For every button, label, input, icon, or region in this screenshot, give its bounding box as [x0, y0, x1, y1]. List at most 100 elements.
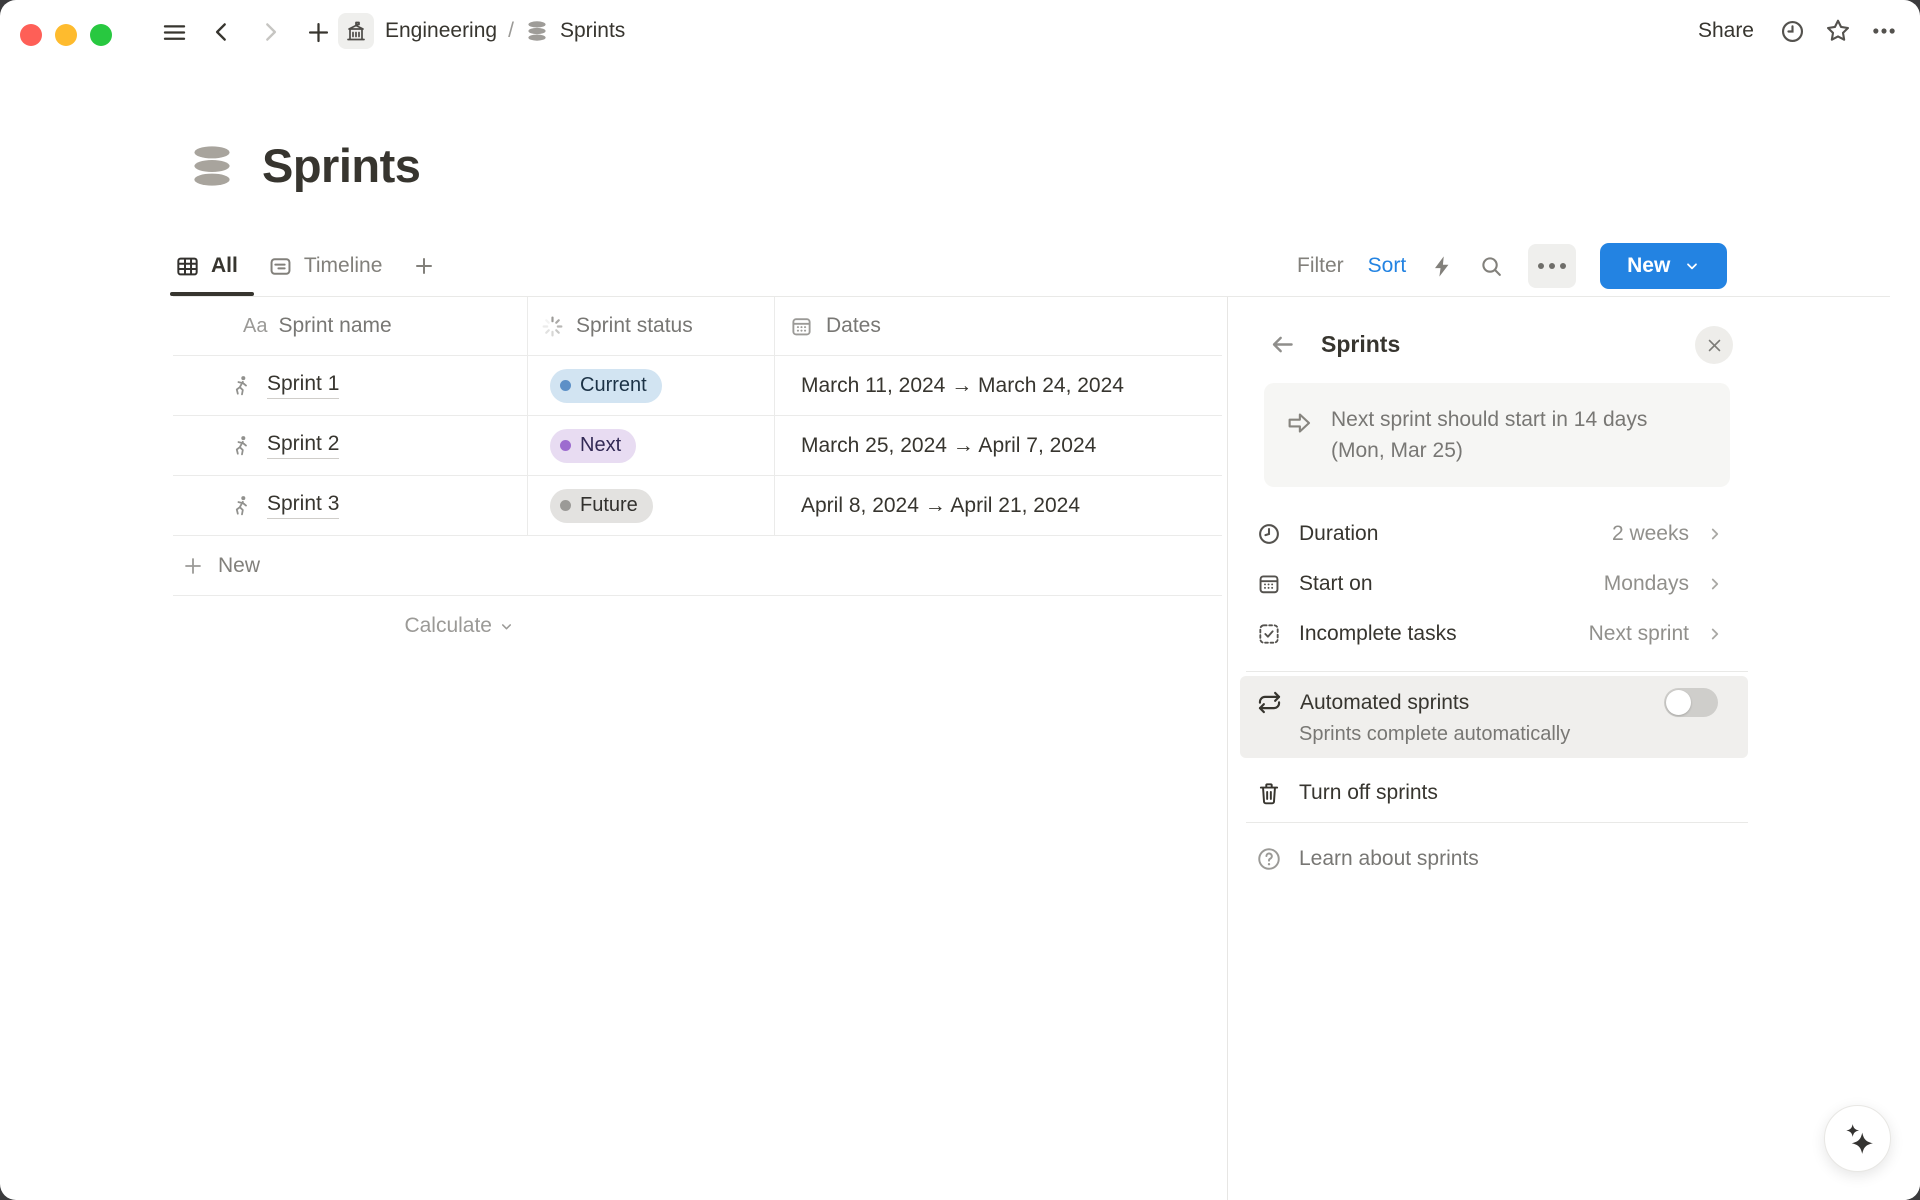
repeat-icon: [1256, 689, 1283, 716]
clock-icon: [1779, 18, 1806, 45]
automated-sprints-toggle[interactable]: [1664, 688, 1718, 717]
breadcrumb-team[interactable]: Engineering: [385, 19, 497, 43]
status-dot: [560, 500, 571, 511]
arrow-right-outline-icon: [1284, 408, 1314, 466]
calendar-icon: [1256, 571, 1282, 597]
sidebar-toggle-button[interactable]: [156, 14, 192, 50]
text-property-icon: Aa: [243, 315, 267, 338]
search-icon[interactable]: [1479, 254, 1504, 279]
forward-button[interactable]: [252, 14, 288, 50]
notice-line-2: (Mon, Mar 25): [1331, 439, 1463, 462]
tab-all-label: All: [211, 254, 238, 278]
back-button[interactable]: [204, 14, 240, 50]
sprint-page-link[interactable]: Sprint 2: [267, 432, 339, 459]
chevron-left-icon: [209, 19, 235, 45]
column-header-dates[interactable]: Dates: [775, 297, 1222, 355]
sparkles-icon: [1841, 1122, 1875, 1156]
status-pill[interactable]: Current: [550, 369, 662, 403]
building-icon: [344, 19, 368, 43]
minimize-window-button[interactable]: [55, 24, 77, 46]
dashed-checkbox-icon: [1256, 621, 1282, 647]
running-person-icon: [229, 374, 253, 398]
automated-sprints-description: Sprints complete automatically: [1299, 723, 1748, 746]
chevron-down-icon: [499, 619, 514, 634]
chevron-right-icon: [1706, 525, 1724, 543]
star-icon: [1824, 17, 1852, 45]
running-person-icon: [229, 494, 253, 518]
sprint-page-link[interactable]: Sprint 1: [267, 372, 339, 399]
clock-icon: [1256, 521, 1282, 547]
notion-ai-button[interactable]: [1824, 1105, 1891, 1172]
table-view-icon: [175, 254, 200, 279]
plus-icon: [412, 254, 436, 278]
setting-duration[interactable]: Duration 2 weeks: [1256, 509, 1736, 559]
page-title[interactable]: Sprints: [262, 138, 420, 193]
database-icon: [525, 19, 549, 43]
divider: [1246, 822, 1748, 823]
status-pill[interactable]: Future: [550, 489, 653, 523]
status-pill[interactable]: Next: [550, 429, 636, 463]
sprint-page-link[interactable]: Sprint 3: [267, 492, 339, 519]
automated-sprints-row[interactable]: Automated sprints Sprints complete autom…: [1240, 676, 1748, 758]
filter-button[interactable]: Filter: [1297, 254, 1344, 278]
status-dot: [560, 440, 571, 451]
setting-incomplete-tasks[interactable]: Incomplete tasks Next sprint: [1256, 609, 1736, 659]
plus-icon: [181, 554, 205, 578]
date-range-cell[interactable]: April 8, 2024 → April 21, 2024: [775, 476, 1222, 535]
tab-timeline-label: Timeline: [304, 254, 383, 278]
new-page-button[interactable]: [300, 14, 336, 50]
lightning-icon[interactable]: [1430, 254, 1455, 279]
add-view-button[interactable]: [412, 236, 436, 296]
page-database-icon: [188, 142, 236, 190]
calculate-button[interactable]: Calculate: [173, 596, 528, 638]
favorite-button[interactable]: [1820, 13, 1856, 49]
column-header-sprint-name[interactable]: Aa Sprint name: [173, 297, 528, 355]
hamburger-icon: [161, 19, 188, 46]
status-spinner-icon: [540, 314, 565, 339]
ellipsis-icon: [1870, 17, 1898, 45]
next-sprint-notice: Next sprint should start in 14 days (Mon…: [1264, 383, 1730, 487]
turn-off-sprints-button[interactable]: Turn off sprints: [1256, 766, 1920, 820]
new-row-button[interactable]: New: [173, 536, 1222, 596]
share-button[interactable]: Share: [1688, 15, 1764, 47]
setting-start-on[interactable]: Start on Mondays: [1256, 559, 1736, 609]
plus-icon: [305, 19, 332, 46]
table-row[interactable]: Sprint 3 Future April 8, 2024 → April 21…: [173, 476, 1222, 536]
date-range-cell[interactable]: March 11, 2024 → March 24, 2024: [775, 356, 1222, 415]
table-row[interactable]: Sprint 2 Next March 25, 2024 → April 7, …: [173, 416, 1222, 476]
updates-button[interactable]: [1774, 13, 1810, 49]
new-button-label: New: [1627, 254, 1670, 278]
ellipsis-icon: [1538, 263, 1544, 269]
close-panel-button[interactable]: [1695, 326, 1733, 364]
teamspace-icon-box[interactable]: [338, 13, 374, 49]
tab-timeline[interactable]: Timeline: [268, 236, 383, 296]
sort-button[interactable]: Sort: [1368, 254, 1407, 278]
zoom-window-button[interactable]: [90, 24, 112, 46]
table-row[interactable]: Sprint 1 Current March 11, 2024 → March …: [173, 356, 1222, 416]
sprints-table: Aa Sprint name Sprint status Dates: [173, 297, 1222, 638]
column-header-sprint-status[interactable]: Sprint status: [528, 297, 775, 355]
calendar-icon: [789, 314, 814, 339]
notice-line-1: Next sprint should start in 14 days: [1331, 408, 1647, 431]
chevron-right-icon: [257, 19, 283, 45]
status-dot: [560, 380, 571, 391]
new-record-button[interactable]: New: [1600, 243, 1727, 289]
chevron-down-icon[interactable]: [1684, 258, 1700, 274]
breadcrumb: Engineering / Sprints: [338, 13, 625, 49]
views-toolbar: All Timeline Filter Sort: [173, 236, 1890, 297]
table-header-row: Aa Sprint name Sprint status Dates: [173, 297, 1222, 356]
close-icon: [1706, 337, 1723, 354]
breadcrumb-page[interactable]: Sprints: [560, 19, 625, 43]
traffic-lights: [20, 24, 112, 46]
chevron-right-icon: [1706, 625, 1724, 643]
date-range-cell[interactable]: March 25, 2024 → April 7, 2024: [775, 416, 1222, 475]
view-options-button[interactable]: [1528, 244, 1576, 288]
learn-about-sprints-link[interactable]: Learn about sprints: [1256, 837, 1920, 881]
breadcrumb-separator: /: [508, 19, 514, 43]
close-window-button[interactable]: [20, 24, 42, 46]
arrow-left-icon[interactable]: [1268, 330, 1297, 359]
tab-all[interactable]: All: [175, 236, 238, 296]
chevron-right-icon: [1706, 575, 1724, 593]
divider: [1246, 671, 1748, 672]
more-options-button[interactable]: [1866, 13, 1902, 49]
